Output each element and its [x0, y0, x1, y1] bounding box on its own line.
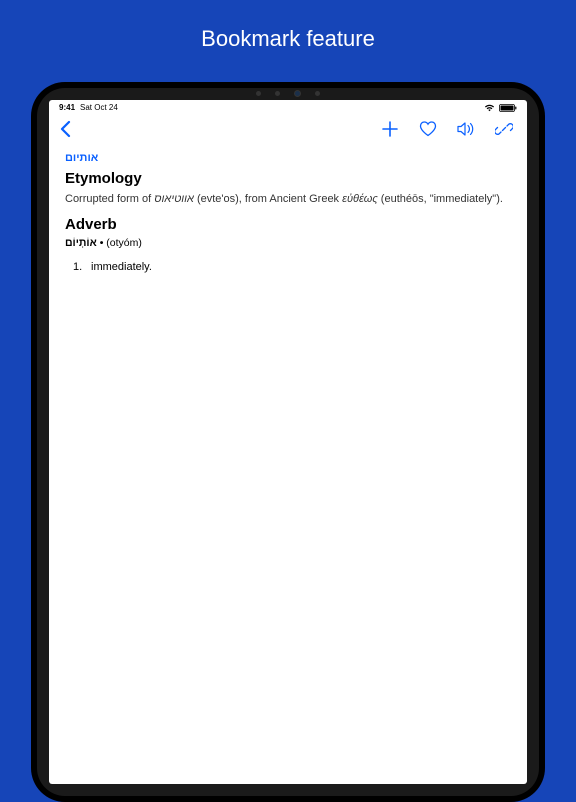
- definition-item: 1.immediately.: [91, 261, 511, 273]
- wifi-icon: [484, 104, 495, 112]
- etymology-text: Corrupted form of אווטיאוס (evte'os), fr…: [65, 191, 511, 208]
- adverb-line: אוֹתְיוֹם • (otyóm): [65, 237, 511, 249]
- adverb-title: Adverb: [65, 216, 511, 233]
- etym-src2-tr: (euthéōs, "immediately").: [378, 193, 503, 205]
- etym-src1-tr: (evte'os), from Ancient Greek: [194, 193, 342, 205]
- definition-list: 1.immediately.: [65, 261, 511, 273]
- status-bar: 9:41 Sat Oct 24: [49, 100, 527, 114]
- etym-src1: אווטיאוס: [154, 193, 194, 205]
- battery-icon: [499, 104, 517, 112]
- etymology-title: Etymology: [65, 170, 511, 187]
- etym-prefix: Corrupted form of: [65, 193, 154, 205]
- status-time: 9:41: [59, 103, 75, 112]
- camera-area: [256, 90, 320, 97]
- favorite-button[interactable]: [419, 120, 437, 138]
- back-button[interactable]: [59, 120, 73, 138]
- status-date: Sat Oct 24: [80, 103, 118, 112]
- etym-src2: εὐθέως: [342, 193, 378, 205]
- speak-button[interactable]: [457, 120, 475, 138]
- link-button[interactable]: [495, 120, 513, 138]
- status-left: 9:41 Sat Oct 24: [59, 103, 118, 112]
- adverb-tr: (otyóm): [103, 237, 142, 249]
- promo-title: Bookmark feature: [0, 0, 576, 52]
- tablet-bezel: 9:41 Sat Oct 24: [37, 88, 539, 796]
- entry-content: אותיום Etymology Corrupted form of אווטי…: [49, 146, 527, 279]
- def-text: immediately.: [91, 261, 152, 273]
- add-button[interactable]: [381, 120, 399, 138]
- def-number: 1.: [73, 261, 91, 273]
- nav-actions: [381, 120, 513, 138]
- headword: אותיום: [65, 152, 511, 164]
- nav-bar: [49, 114, 527, 146]
- status-right: [484, 104, 517, 112]
- screen: 9:41 Sat Oct 24: [49, 100, 527, 784]
- tablet-frame: 9:41 Sat Oct 24: [31, 82, 545, 802]
- adverb-head: אוֹתְיוֹם •: [65, 237, 103, 249]
